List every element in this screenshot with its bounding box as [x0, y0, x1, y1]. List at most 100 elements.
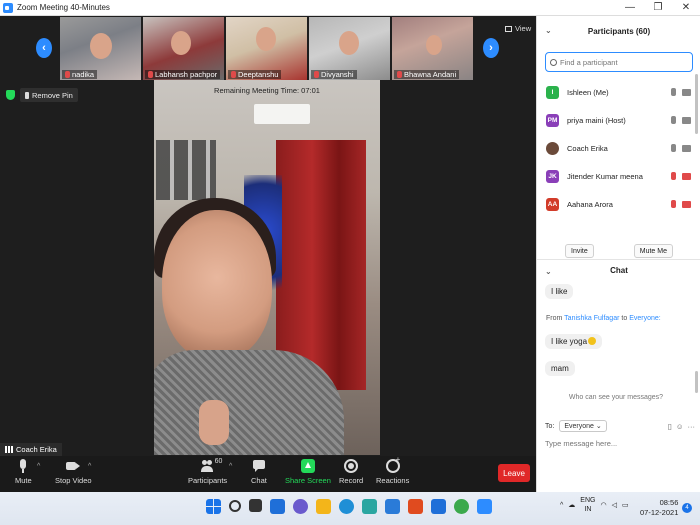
video-thumbnail[interactable]: Labhansh pachpor: [143, 17, 224, 80]
stop-video-button[interactable]: Stop Video: [55, 459, 92, 485]
mute-button[interactable]: Mute: [15, 459, 32, 485]
windows-start-icon[interactable]: [206, 499, 221, 514]
thumbnail-name: Divyanshi: [321, 70, 354, 79]
participant-row[interactable]: I Ishleen (Me): [537, 78, 695, 106]
widgets-icon[interactable]: [270, 499, 285, 514]
teams-chat-icon[interactable]: [293, 499, 308, 514]
more-options-icon[interactable]: ···: [688, 422, 696, 431]
zoom-taskbar-icon[interactable]: [477, 499, 492, 514]
camera-off-icon[interactable]: [682, 200, 691, 208]
close-button[interactable]: ✕: [672, 2, 700, 13]
recipient-select[interactable]: Everyone ⌄: [559, 420, 607, 432]
grid-icon: [505, 25, 512, 32]
mic-icon[interactable]: [671, 88, 676, 96]
participant-row[interactable]: AA Aahana Arora: [537, 190, 695, 218]
chat-title: Chat: [610, 266, 628, 275]
reactions-button[interactable]: Reactions: [376, 455, 410, 485]
chat-button[interactable]: Chat: [251, 459, 267, 485]
store-icon[interactable]: [385, 499, 400, 514]
chat-message-input[interactable]: [545, 439, 693, 448]
mute-me-button[interactable]: Mute Me: [633, 244, 673, 258]
mic-muted-icon: [65, 71, 70, 78]
mute-options-caret-icon[interactable]: ^: [37, 463, 40, 470]
collapse-chevron-icon[interactable]: ⌄: [545, 26, 552, 35]
mic-muted-icon[interactable]: [671, 172, 676, 180]
share-screen-button[interactable]: Share Screen: [285, 459, 331, 485]
camera-icon[interactable]: [682, 144, 691, 152]
participant-row[interactable]: Coach Erika: [537, 134, 695, 162]
share-screen-icon: [300, 459, 315, 473]
battery-icon[interactable]: ▭: [622, 501, 629, 509]
who-can-see-link[interactable]: Who can see your messages?: [537, 394, 695, 401]
mail-icon[interactable]: [431, 499, 446, 514]
participant-search-input[interactable]: [560, 57, 685, 67]
to-label: To:: [545, 422, 555, 430]
security-shield-icon[interactable]: [6, 90, 15, 100]
collapse-chevron-icon[interactable]: ⌄: [545, 267, 552, 276]
emoji-icon[interactable]: ☺: [676, 422, 684, 431]
wifi-icon[interactable]: ◠: [600, 501, 606, 509]
camera-icon[interactable]: [682, 88, 691, 96]
avatar: JK: [546, 169, 559, 183]
office-icon[interactable]: [408, 499, 423, 514]
remove-pin-button[interactable]: Remove Pin: [20, 88, 78, 102]
participants-scrollbar[interactable]: [695, 74, 698, 134]
chat-sender-line: From Tanishka Fulfagar to Everyone:: [546, 315, 661, 322]
participants-options-caret-icon[interactable]: ^: [229, 463, 232, 470]
mic-muted-icon[interactable]: [671, 200, 676, 208]
task-view-icon[interactable]: [249, 499, 262, 512]
file-explorer-icon[interactable]: [316, 499, 331, 514]
speaker-icon[interactable]: ◁: [612, 501, 617, 509]
minimize-button[interactable]: —: [616, 2, 644, 13]
participant-search[interactable]: [545, 52, 693, 72]
chat-sender-name[interactable]: Tanishka Fulfagar: [564, 315, 619, 322]
video-area: ‹ nadika Labhansh pachpor Deeptanshu Div…: [0, 16, 536, 456]
avatar: AA: [546, 197, 559, 211]
avatar: [546, 141, 559, 155]
avatar: I: [546, 85, 559, 99]
chat-message: I like: [545, 284, 574, 299]
maximize-button[interactable]: ❐: [644, 2, 672, 13]
signal-bars-icon: [5, 446, 13, 453]
camera-icon[interactable]: [682, 116, 691, 124]
video-thumbnail[interactable]: Divyanshi: [309, 17, 390, 80]
mic-icon[interactable]: [671, 116, 676, 124]
edge-browser-icon[interactable]: [339, 499, 354, 514]
title-bar: Zoom Meeting 40-Minutes — ❐ ✕: [0, 0, 700, 16]
leave-button[interactable]: Leave: [498, 464, 530, 482]
remove-pin-label: Remove Pin: [32, 90, 73, 100]
app-l-icon[interactable]: [362, 499, 377, 514]
meeting-timer: Remaining Meeting Time: 07:01: [214, 86, 320, 95]
next-page-arrow-icon[interactable]: ›: [483, 38, 499, 58]
notification-badge[interactable]: 4: [682, 503, 692, 513]
view-label: View: [515, 24, 532, 33]
search-icon[interactable]: [229, 500, 241, 512]
invite-button[interactable]: Invite: [565, 244, 594, 258]
video-thumbnail[interactable]: Deeptanshu: [226, 17, 307, 80]
video-thumbnail[interactable]: nadika: [60, 17, 141, 80]
view-button[interactable]: View: [505, 24, 531, 33]
chat-scrollbar[interactable]: [695, 371, 698, 393]
participant-row[interactable]: PM priya maini (Host): [537, 106, 695, 134]
participant-row[interactable]: JK Jitender Kumar meena: [537, 162, 695, 190]
taskbar-clock[interactable]: 08:56 07-12-2021: [640, 498, 678, 518]
language-indicator[interactable]: ENG IN: [580, 496, 595, 514]
video-options-caret-icon[interactable]: ^: [88, 463, 91, 470]
thumbnail-strip: nadika Labhansh pachpor Deeptanshu Divya…: [60, 17, 475, 80]
mic-icon[interactable]: [671, 144, 676, 152]
cloud-icon[interactable]: ☁: [568, 501, 575, 509]
file-icon[interactable]: ▯: [668, 422, 672, 431]
video-thumbnail[interactable]: Bhawna Andani: [392, 17, 473, 80]
thumbnail-name: Deeptanshu: [238, 70, 279, 79]
camera-off-icon[interactable]: [682, 172, 691, 180]
mic-muted-icon: [148, 71, 153, 78]
participants-button[interactable]: 60 Participants: [188, 458, 227, 485]
chevron-up-icon[interactable]: ^: [560, 502, 563, 509]
record-button[interactable]: Record: [339, 459, 363, 485]
camera-icon: [66, 459, 81, 473]
background-frames: [156, 140, 216, 200]
chrome-icon[interactable]: [454, 499, 469, 514]
reactions-label: Reactions: [376, 476, 410, 485]
prev-page-arrow-icon[interactable]: ‹: [36, 38, 52, 58]
participant-name: Coach Erika: [567, 143, 608, 153]
